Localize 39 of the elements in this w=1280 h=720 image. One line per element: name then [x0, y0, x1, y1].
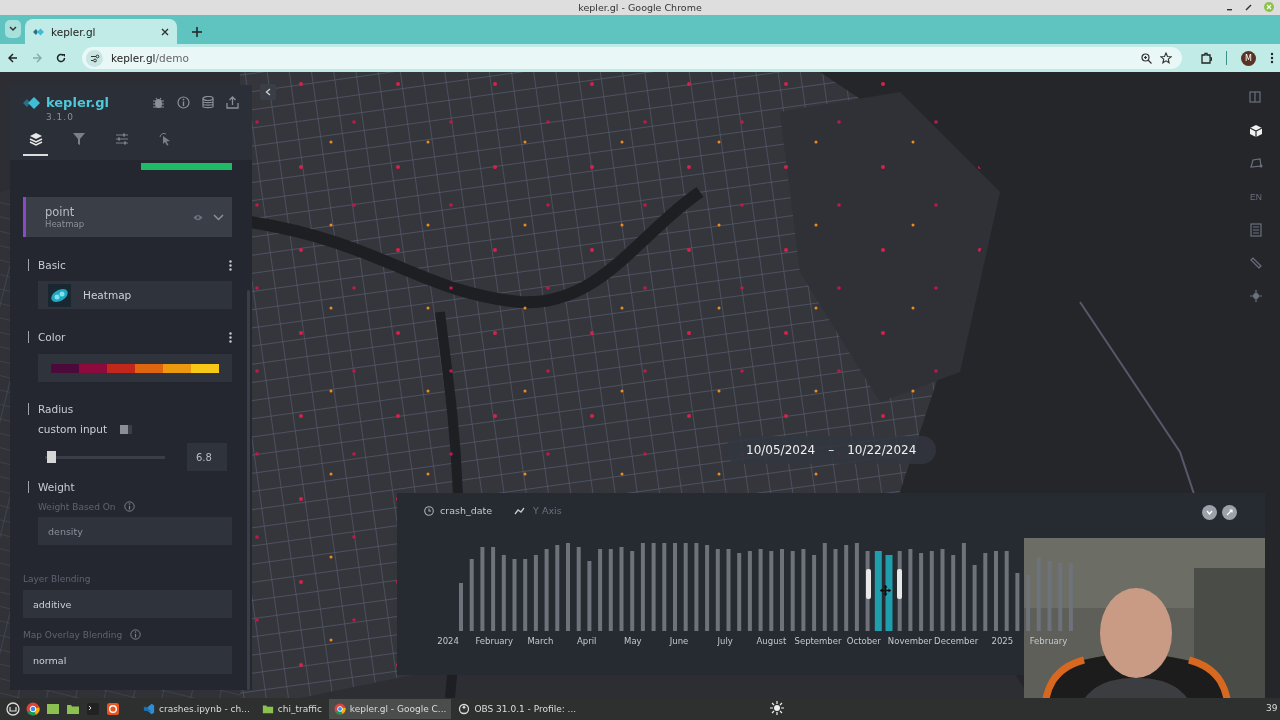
menu-logo-icon: [6, 702, 20, 716]
profile-avatar[interactable]: M: [1241, 50, 1256, 66]
clock-text: 39: [1266, 703, 1278, 713]
app-icon: [106, 702, 120, 716]
taskbar-launcher[interactable]: [4, 700, 22, 718]
forward-icon: [32, 53, 42, 63]
extensions-icon[interactable]: [1200, 52, 1212, 64]
taskbar-launcher[interactable]: [104, 700, 122, 718]
browser-icon: [26, 702, 40, 716]
taskbar-launcher[interactable]: [24, 700, 42, 718]
taskbar-item[interactable]: chi_traffic: [256, 699, 327, 719]
taskbar-item[interactable]: crashes.ipynb - ch...: [138, 699, 255, 719]
terminal-icon: [86, 702, 100, 716]
folder-icon: [261, 703, 274, 715]
maximize-icon[interactable]: [1245, 3, 1252, 11]
diamond-logo-icon: [33, 27, 44, 36]
address-bar[interactable]: kepler.gl/demo: [82, 47, 1182, 69]
taskbar-item[interactable]: OBS 31.0.1 - Profile: ...: [453, 699, 582, 719]
reload-icon[interactable]: [56, 53, 66, 63]
menu-icon[interactable]: [1270, 52, 1274, 64]
plus-icon: [192, 27, 202, 37]
close-icon[interactable]: [161, 27, 169, 36]
browser-icon: [333, 703, 346, 715]
taskbar-item[interactable]: kepler.gl - Google C...: [328, 699, 452, 719]
site-info-button[interactable]: [86, 49, 103, 67]
window-icon: [46, 702, 60, 716]
zoom-icon[interactable]: [1141, 52, 1152, 64]
url-text: kepler.gl/demo: [111, 52, 189, 64]
code-editor-icon: [143, 703, 155, 715]
back-icon[interactable]: [8, 53, 18, 63]
browser-tab[interactable]: kepler.gl: [25, 19, 177, 44]
record-icon: [458, 703, 471, 715]
window-title: kepler.gl - Google Chrome: [578, 2, 702, 13]
tune-icon: [89, 53, 100, 63]
folder-icon: [66, 702, 80, 716]
chevron-down-icon: [9, 26, 17, 32]
star-icon[interactable]: [1160, 52, 1172, 64]
tab-list-button[interactable]: [5, 20, 21, 38]
brightness-icon[interactable]: [770, 701, 784, 715]
